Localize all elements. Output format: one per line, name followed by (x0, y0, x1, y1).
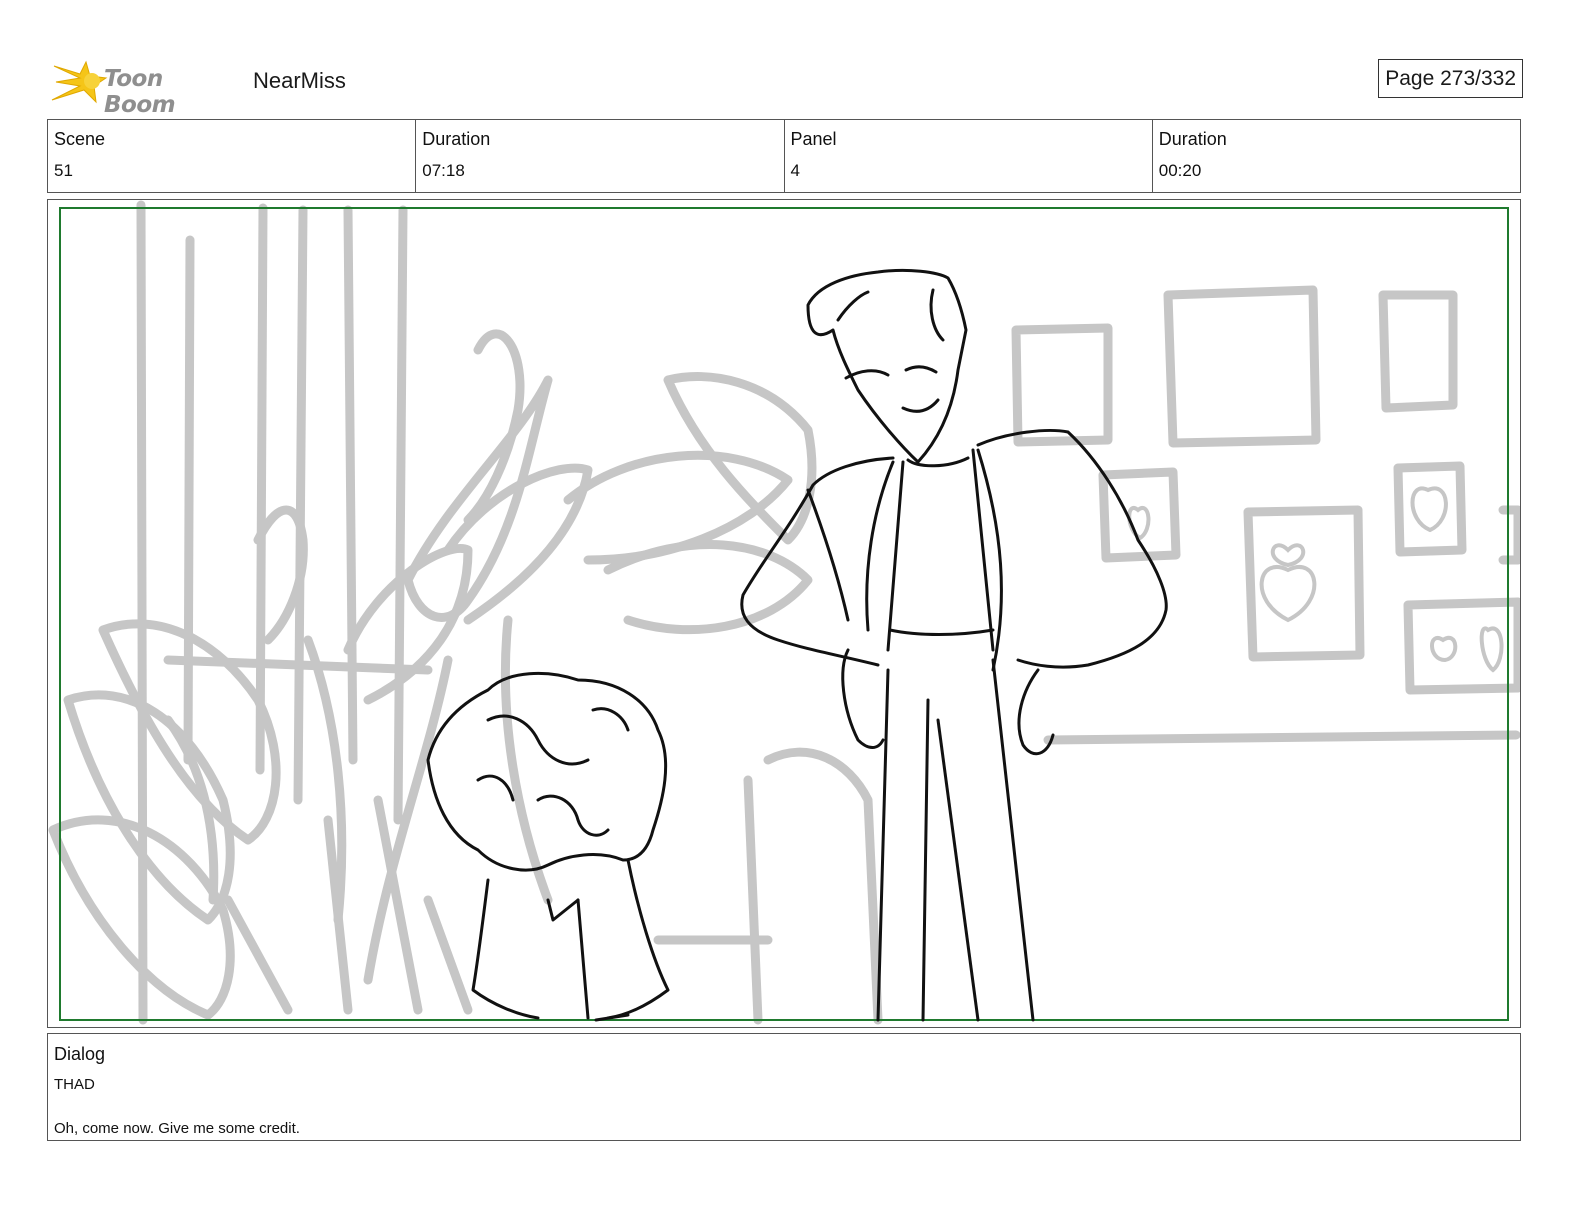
panel-duration-label: Duration (1158, 129, 1227, 149)
panel-duration-cell: Duration 00:20 (1153, 120, 1520, 192)
dialog-speaker: THAD (54, 1076, 95, 1093)
star-burst-icon (51, 60, 108, 104)
dialog-line: Oh, come now. Give me some credit. (54, 1120, 300, 1137)
logo-wordmark: Toon Boom (104, 66, 176, 118)
butterfly-doodles (1127, 486, 1504, 673)
scene-duration-label: Duration (422, 129, 491, 149)
character-sketch (426, 268, 1168, 1022)
dialog-box: Dialog THAD Oh, come now. Give me some c… (47, 1033, 1521, 1141)
dialog-label: Dialog (54, 1044, 106, 1064)
panel-value: 4 (790, 161, 800, 180)
scene-duration-cell: Duration 07:18 (416, 120, 785, 192)
safe-area-frame (59, 207, 1509, 1021)
panel-label: Panel (790, 129, 837, 149)
page-indicator: Page 273/332 (1378, 59, 1523, 98)
scene-cell: Scene 51 (48, 120, 417, 192)
scene-label: Scene (54, 129, 106, 149)
scene-duration-value: 07:18 (422, 161, 465, 180)
panel-cell: Panel 4 (785, 120, 1153, 192)
page-header: Toon Boom NearMiss Page 273/332 (50, 56, 1523, 118)
storyboard-panel-frame (47, 199, 1521, 1028)
toon-boom-logo: Toon Boom (50, 56, 240, 118)
scene-value: 51 (54, 161, 73, 180)
project-title: NearMiss (253, 68, 346, 93)
panel-drawing (48, 200, 1520, 1025)
panel-duration-value: 00:20 (1158, 161, 1202, 180)
panel-info-table: Scene 51 Duration 07:18 Panel 4 Duration… (47, 119, 1521, 193)
